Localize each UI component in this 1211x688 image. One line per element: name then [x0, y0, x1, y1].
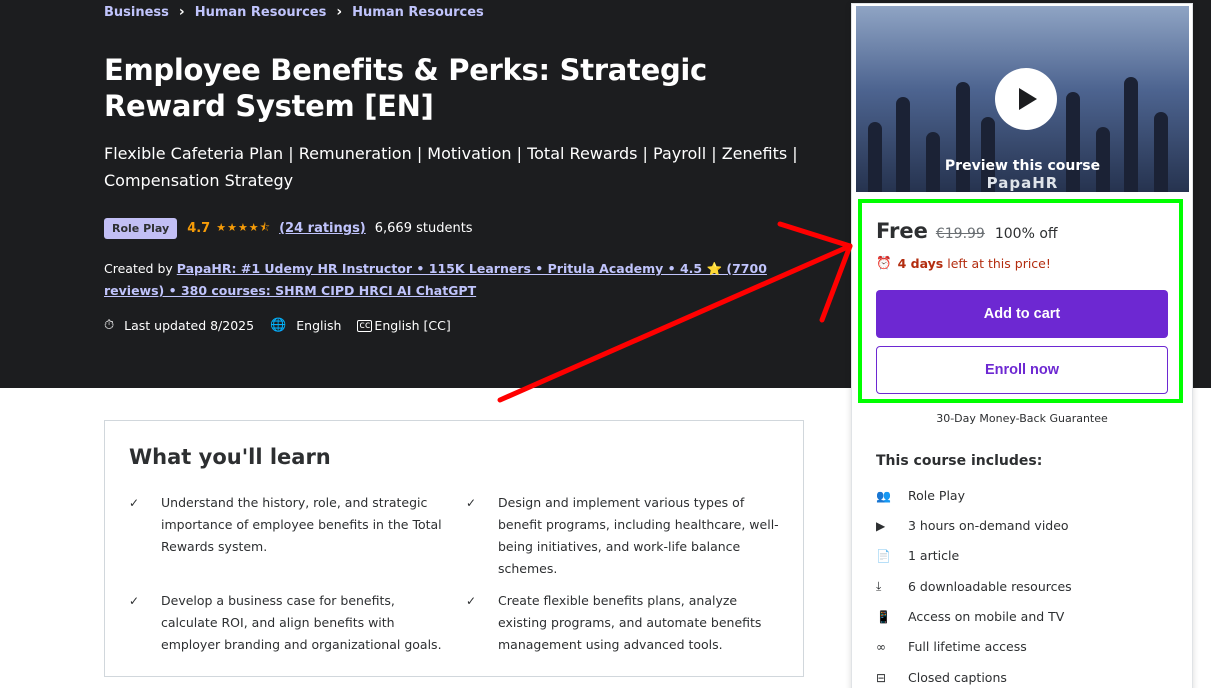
breadcrumb-item-hr[interactable]: Human Resources [195, 5, 327, 20]
include-item: 👥 Role Play [876, 488, 965, 503]
include-label: Role Play [908, 488, 965, 503]
video-icon: ▶ [876, 518, 886, 533]
article-icon: 📄 [876, 548, 891, 563]
students-count: 6,669 students [374, 221, 473, 236]
breadcrumb-item-business[interactable]: Business [104, 5, 169, 20]
includes-title: This course includes: [876, 453, 1043, 469]
rating-row: Role Play 4.7 ★★★★⯪ (24 ratings) 6,669 s… [104, 218, 473, 239]
download-icon: ⤓ [876, 579, 882, 593]
course-subtitle: Flexible Cafeteria Plan | Remuneration |… [104, 144, 798, 190]
ratings-link[interactable]: (24 ratings) [279, 221, 366, 236]
include-item: 📄 1 article [876, 548, 959, 563]
chevron-right-icon: › [336, 4, 343, 20]
alert-icon: ⏱ [104, 318, 115, 333]
timer-text: left at this price! [947, 255, 1051, 271]
include-item: ⊟ Closed captions [876, 670, 1007, 685]
created-by: Created by PapaHR: #1 Udemy HR Instructo… [104, 258, 794, 302]
check-icon: ✓ [466, 594, 477, 608]
rating-value: 4.7 [187, 221, 211, 236]
price-row: Free €19.99 100% off [876, 219, 1058, 243]
learn-item: ✓ Understand the history, role, and stra… [129, 492, 446, 558]
check-icon: ✓ [129, 496, 140, 510]
include-label: Full lifetime access [908, 639, 1027, 654]
include-label: 3 hours on-demand video [908, 518, 1069, 533]
course-language: English [296, 318, 342, 333]
add-to-cart-button[interactable]: Add to cart [876, 290, 1168, 338]
enroll-now-button[interactable]: Enroll now [876, 346, 1168, 394]
discount-percent: 100% off [994, 226, 1058, 242]
learn-item: ✓ Design and implement various types of … [466, 492, 783, 580]
check-icon: ✓ [129, 594, 140, 608]
price-timer: ⏰ 4 days left at this price! [876, 255, 1051, 271]
money-back-guarantee: 30-Day Money-Back Guarantee [936, 412, 1108, 425]
breadcrumb: Business › Human Resources › Human Resou… [104, 4, 484, 20]
role-play-badge: Role Play [104, 218, 178, 239]
mobile-icon: 📱 [876, 609, 891, 624]
meta-row: ⏱ Last updated 8/2025 🌐 English cc Engli… [104, 318, 451, 333]
globe-icon: 🌐 [270, 318, 287, 333]
breadcrumb-item-hr-sub[interactable]: Human Resources [352, 5, 484, 20]
original-price: €19.99 [935, 226, 985, 242]
include-item: 📱 Access on mobile and TV [876, 609, 1064, 624]
play-icon[interactable] [995, 68, 1057, 130]
role-play-icon: 👥 [876, 488, 891, 503]
learn-item-text: Create flexible benefits plans, analyze … [498, 593, 762, 652]
last-updated: Last updated 8/2025 [124, 318, 255, 333]
chevron-right-icon: › [178, 4, 185, 20]
alarm-clock-icon: ⏰ [876, 255, 892, 270]
captions-icon: cc [357, 319, 373, 332]
timer-days: 4 days [897, 255, 944, 271]
what-you-learn-box: What you'll learn ✓ Understand the histo… [104, 420, 804, 677]
include-item: ⤓ 6 downloadable resources [876, 579, 1072, 594]
learn-item-text: Develop a business case for benefits, ca… [161, 593, 442, 652]
learn-item-text: Understand the history, role, and strate… [161, 495, 442, 554]
include-label: Access on mobile and TV [908, 609, 1065, 624]
include-label: Closed captions [908, 670, 1007, 685]
captions-icon: ⊟ [876, 670, 887, 685]
learn-title: What you'll learn [129, 445, 331, 469]
learn-item: ✓ Create flexible benefits plans, analyz… [466, 590, 783, 656]
preview-label[interactable]: Preview this course [856, 158, 1189, 174]
course-preview[interactable]: Preview this course PapaHR [856, 6, 1189, 192]
infinity-icon: ∞ [876, 639, 886, 654]
star-rating-icon: ★★★★⯪ [216, 221, 272, 234]
include-item: ▶ 3 hours on-demand video [876, 518, 1069, 533]
learn-item: ✓ Develop a business case for benefits, … [129, 590, 446, 656]
purchase-sidebar: Preview this course PapaHR Free €19.99 1… [851, 3, 1193, 688]
watermark-logo: PapaHR [986, 174, 1059, 192]
course-title: Employee Benefits & Perks: Strategic Rew… [104, 53, 707, 123]
learn-item-text: Design and implement various types of be… [498, 495, 779, 576]
created-by-label: Created by [104, 261, 173, 276]
include-label: 1 article [908, 548, 960, 563]
include-label: 6 downloadable resources [908, 579, 1072, 594]
include-item: ∞ Full lifetime access [876, 639, 1027, 654]
course-captions: English [CC] [374, 318, 451, 333]
instructor-link[interactable]: PapaHR: #1 Udemy HR Instructor • 115K Le… [104, 261, 767, 298]
current-price: Free [876, 219, 928, 243]
check-icon: ✓ [466, 496, 477, 510]
